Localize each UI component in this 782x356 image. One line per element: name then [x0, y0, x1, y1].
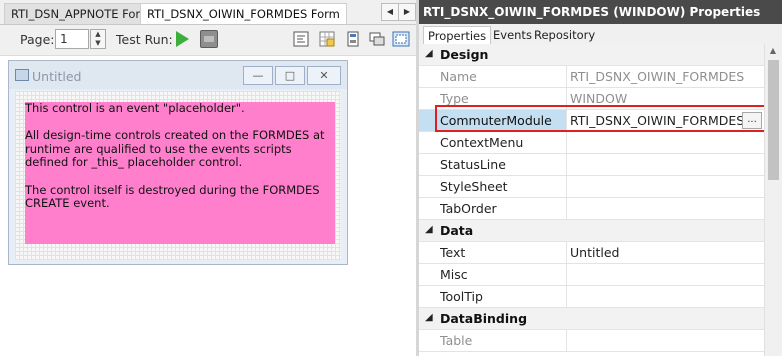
- tab-rti-dsnx-oiwin-formdes-form[interactable]: RTI_DSNX_OIWIN_FORMDES Form: [140, 3, 347, 24]
- property-row-misc[interactable]: Misc: [419, 264, 764, 286]
- chevron-right-icon[interactable]: ▶: [398, 3, 416, 21]
- property-value: RTI_DSNX_OIWIN_FORMDES: [570, 69, 745, 84]
- play-icon[interactable]: [176, 31, 189, 47]
- property-row-stylesheet[interactable]: StyleSheet: [419, 176, 764, 198]
- form-title: Untitled: [32, 69, 82, 84]
- close-icon[interactable]: ✕: [307, 66, 341, 85]
- tab-order-icon[interactable]: [344, 30, 362, 48]
- tab-properties[interactable]: Properties: [423, 26, 492, 46]
- category-label: Data: [440, 223, 474, 238]
- property-value[interactable]: [570, 198, 755, 219]
- window-icon: [15, 69, 29, 81]
- tab-rti-dsn-appnote-form[interactable]: RTI_DSN_APPNOTE Form: [4, 3, 159, 24]
- property-name: ContextMenu: [419, 132, 567, 153]
- property-name: Text: [419, 242, 567, 263]
- property-name: ToolTip: [419, 286, 567, 307]
- document-tab-bar: RTI_DSN_APPNOTE Form RTI_DSNX_OIWIN_FORM…: [0, 0, 416, 25]
- property-row-name[interactable]: Name RTI_DSNX_OIWIN_FORMDES: [419, 66, 764, 88]
- property-name: TabOrder: [419, 198, 567, 219]
- scroll-up-icon[interactable]: ▲: [767, 46, 779, 56]
- property-grid-scrollbar[interactable]: ▲: [764, 44, 782, 356]
- placeholder-control[interactable]: This control is an event "placeholder". …: [25, 101, 335, 244]
- property-row-statusline[interactable]: StatusLine: [419, 154, 764, 176]
- annotation-highlight-box: [435, 105, 769, 132]
- form-window[interactable]: Untitled — □ ✕ This control is an event …: [8, 60, 348, 265]
- collapse-icon[interactable]: ◢: [425, 48, 433, 59]
- page-spinner[interactable]: ▲ ▼: [90, 29, 106, 49]
- property-row-contextmenu[interactable]: ContextMenu: [419, 132, 764, 154]
- property-row-text[interactable]: Text Untitled: [419, 242, 764, 264]
- property-name: Misc: [419, 264, 567, 285]
- placeholder-paragraph: The control itself is destroyed during t…: [25, 182, 320, 211]
- minimize-icon[interactable]: —: [243, 66, 273, 85]
- property-grid: ◢ Design Name RTI_DSNX_OIWIN_FORMDES Typ…: [419, 44, 764, 356]
- properties-tab-bar: Properties Events Repository: [419, 24, 782, 46]
- form-titlebar[interactable]: Untitled — □ ✕: [9, 61, 347, 89]
- scrollbar-thumb[interactable]: [768, 60, 779, 180]
- page-number-input[interactable]: [55, 29, 89, 49]
- properties-panel: RTI_DSNX_OIWIN_FORMDES (WINDOW) Properti…: [419, 0, 782, 356]
- property-name: Name: [419, 66, 567, 87]
- tab-repository[interactable]: Repository: [530, 26, 599, 45]
- chevron-left-icon[interactable]: ◀: [381, 3, 399, 21]
- property-value[interactable]: [570, 264, 755, 285]
- placeholder-paragraph: This control is an event "placeholder".: [25, 101, 245, 115]
- snap-icon[interactable]: [392, 30, 410, 48]
- stop-icon[interactable]: [200, 30, 218, 48]
- page-label: Page:: [20, 32, 55, 47]
- property-name: Table: [419, 330, 567, 351]
- test-run-label: Test Run:: [116, 32, 173, 47]
- placeholder-text-block: This control is an event "placeholder". …: [25, 101, 335, 211]
- form-designer-panel: RTI_DSN_APPNOTE Form RTI_DSNX_OIWIN_FORM…: [0, 0, 416, 356]
- property-value[interactable]: Untitled: [570, 242, 755, 263]
- collapse-icon[interactable]: ◢: [425, 312, 433, 323]
- property-value[interactable]: [570, 154, 755, 175]
- maximize-icon[interactable]: □: [275, 66, 305, 85]
- properties-title: RTI_DSNX_OIWIN_FORMDES (WINDOW) Properti…: [419, 0, 782, 24]
- property-name: StatusLine: [419, 154, 567, 175]
- placeholder-paragraph: All design-time controls created on the …: [25, 128, 325, 170]
- grid-icon[interactable]: [318, 30, 336, 48]
- layout-icon[interactable]: [368, 30, 386, 48]
- category-data[interactable]: ◢ Data: [419, 220, 764, 242]
- category-databinding[interactable]: ◢ DataBinding: [419, 308, 764, 330]
- property-row-tooltip[interactable]: ToolTip: [419, 286, 764, 308]
- align-icon[interactable]: [292, 30, 310, 48]
- property-name: StyleSheet: [419, 176, 567, 197]
- tab-events[interactable]: Events: [489, 26, 536, 45]
- collapse-icon[interactable]: ◢: [425, 224, 433, 235]
- property-value: [570, 330, 755, 351]
- designer-toolbar: Page: ▲▼ Test Run:: [0, 25, 416, 56]
- property-value[interactable]: [570, 132, 755, 153]
- property-value[interactable]: [570, 286, 755, 307]
- category-label: Design: [440, 47, 489, 62]
- form-design-canvas[interactable]: This control is an event "placeholder". …: [15, 91, 341, 260]
- property-value[interactable]: [570, 176, 755, 197]
- property-row-taborder[interactable]: TabOrder: [419, 198, 764, 220]
- category-label: DataBinding: [440, 311, 528, 326]
- category-design[interactable]: ◢ Design: [419, 44, 764, 66]
- property-row-table[interactable]: Table: [419, 330, 764, 352]
